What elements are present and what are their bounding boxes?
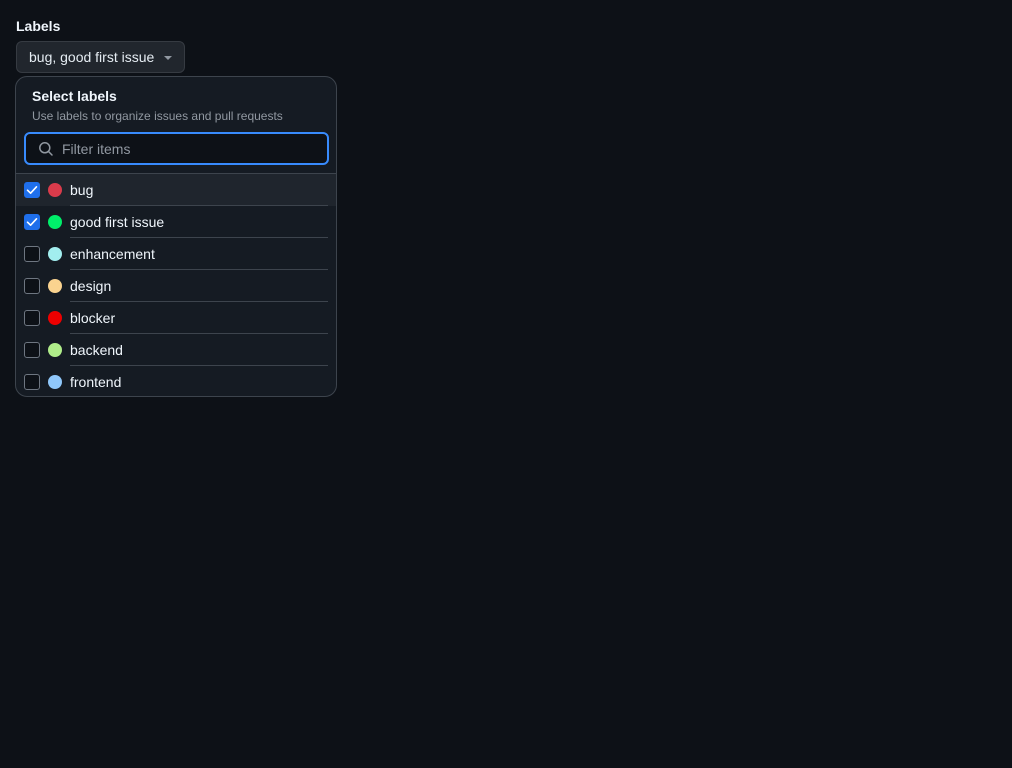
- filter-input[interactable]: [62, 140, 327, 157]
- label-option-backend[interactable]: backend: [16, 334, 336, 366]
- labels-select-value: bug, good first issue: [29, 49, 155, 65]
- label-color-swatch: [48, 343, 62, 357]
- label-checkbox[interactable]: [24, 278, 40, 294]
- labels-select-button[interactable]: bug, good first issue: [16, 41, 186, 73]
- panel-title: Select labels: [32, 88, 117, 104]
- label-option-text: design: [70, 278, 112, 294]
- label-option-text: backend: [70, 342, 123, 358]
- check-icon: [26, 186, 38, 194]
- label-color-swatch: [48, 183, 62, 197]
- panel-subtitle: Use labels to organize issues and pull r…: [32, 109, 283, 123]
- label-option-text: enhancement: [70, 246, 155, 262]
- check-icon: [26, 218, 38, 226]
- search-icon: [38, 141, 54, 157]
- label-checkbox[interactable]: [24, 246, 40, 262]
- label-option-enhancement[interactable]: enhancement: [16, 238, 336, 270]
- label-color-swatch: [48, 247, 62, 261]
- label-color-swatch: [48, 215, 62, 229]
- labels-list: bug good first issue enhancement design bloc…: [16, 173, 336, 396]
- label-option-frontend[interactable]: frontend: [16, 366, 336, 396]
- label-checkbox[interactable]: [24, 342, 40, 358]
- label-option-bug[interactable]: bug: [16, 174, 336, 206]
- label-checkbox[interactable]: [24, 182, 40, 198]
- label-checkbox[interactable]: [24, 214, 40, 230]
- label-option-text: bug: [70, 182, 94, 198]
- label-option-text: blocker: [70, 310, 116, 326]
- label-checkbox[interactable]: [24, 374, 40, 390]
- label-option-design[interactable]: design: [16, 270, 336, 302]
- label-checkbox[interactable]: [24, 310, 40, 326]
- label-option-blocker[interactable]: blocker: [16, 302, 336, 334]
- caret-down-icon: [164, 55, 173, 60]
- label-color-swatch: [48, 375, 62, 389]
- filter-box[interactable]: [24, 132, 329, 165]
- labels-field-label: Labels: [16, 18, 61, 34]
- label-option-text: frontend: [70, 374, 122, 390]
- label-option-text: good first issue: [70, 214, 165, 230]
- label-color-swatch: [48, 279, 62, 293]
- label-color-swatch: [48, 311, 62, 325]
- label-option-good-first-issue[interactable]: good first issue: [16, 206, 336, 238]
- select-labels-panel: Select labels Use labels to organize iss…: [15, 76, 337, 397]
